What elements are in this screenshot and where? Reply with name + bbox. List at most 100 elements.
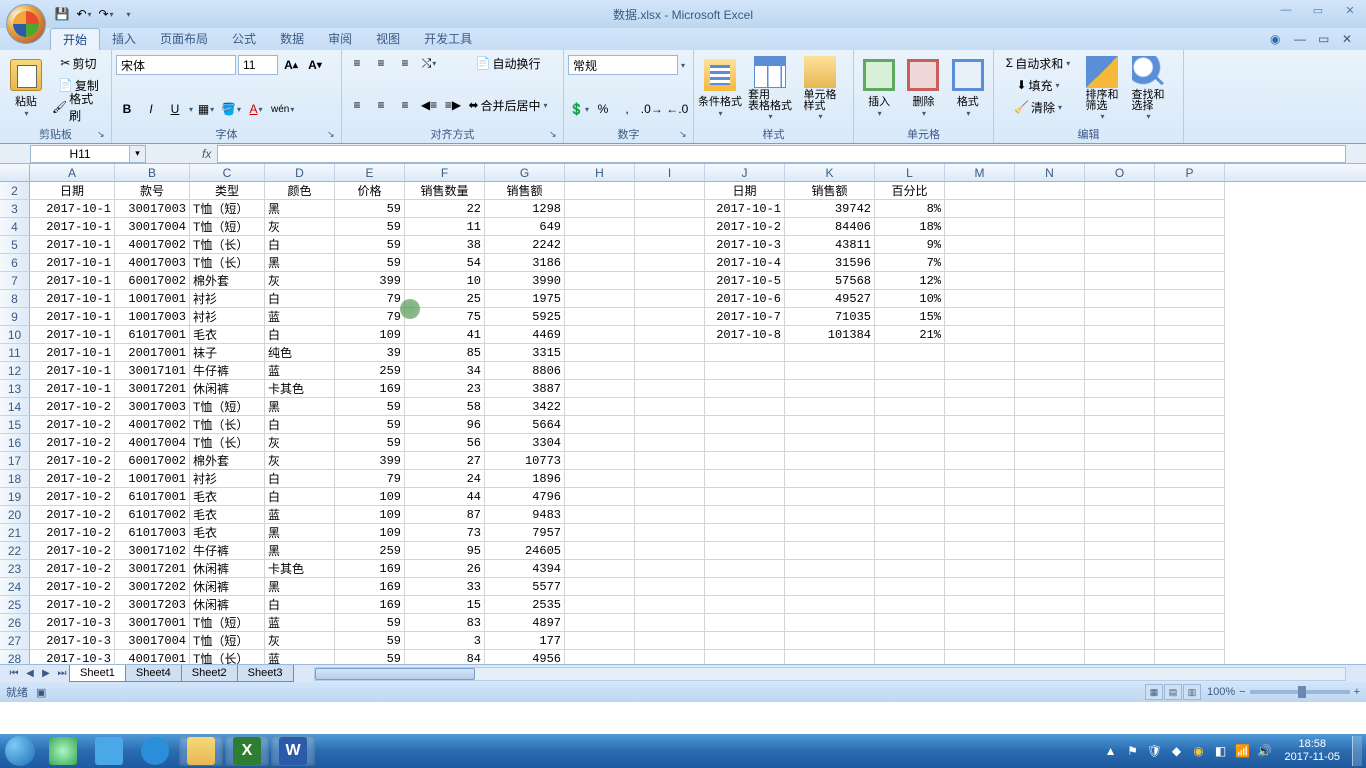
ribbon-tab-6[interactable]: 视图 [364, 28, 412, 50]
grow-font-button[interactable]: A▴ [280, 54, 302, 76]
cell-H20[interactable] [565, 506, 635, 524]
cell-B21[interactable]: 61017003 [115, 524, 190, 542]
cell-A3[interactable]: 2017-10-1 [30, 200, 115, 218]
cell-C3[interactable]: T恤（短） [190, 200, 265, 218]
cell-N13[interactable] [1015, 380, 1085, 398]
cell-B26[interactable]: 30017001 [115, 614, 190, 632]
cell-I24[interactable] [635, 578, 705, 596]
cell-G27[interactable]: 177 [485, 632, 565, 650]
row-header-10[interactable]: 10 [0, 326, 30, 344]
cell-I23[interactable] [635, 560, 705, 578]
close-button[interactable]: ✕ [1338, 2, 1362, 18]
cell-E20[interactable]: 109 [335, 506, 405, 524]
ribbon-tab-1[interactable]: 插入 [100, 28, 148, 50]
cell-E21[interactable]: 109 [335, 524, 405, 542]
cell-P17[interactable] [1155, 452, 1225, 470]
cell-H13[interactable] [565, 380, 635, 398]
cell-O25[interactable] [1085, 596, 1155, 614]
cell-P21[interactable] [1155, 524, 1225, 542]
save-icon[interactable]: 💾 [52, 4, 72, 24]
row-header-13[interactable]: 13 [0, 380, 30, 398]
qat-customize-icon[interactable]: ▾ [118, 4, 138, 24]
border-button[interactable]: ▦▾ [195, 98, 217, 120]
cell-E2[interactable]: 价格 [335, 182, 405, 200]
cell-I8[interactable] [635, 290, 705, 308]
cell-N9[interactable] [1015, 308, 1085, 326]
cell-K5[interactable]: 43811 [785, 236, 875, 254]
cell-J7[interactable]: 2017-10-5 [705, 272, 785, 290]
row-header-8[interactable]: 8 [0, 290, 30, 308]
taskbar-word[interactable]: W [271, 736, 315, 766]
cell-A13[interactable]: 2017-10-1 [30, 380, 115, 398]
cell-K8[interactable]: 49527 [785, 290, 875, 308]
cell-I5[interactable] [635, 236, 705, 254]
cell-E15[interactable]: 59 [335, 416, 405, 434]
maximize-button[interactable]: ▭ [1306, 2, 1330, 18]
cell-M24[interactable] [945, 578, 1015, 596]
cell-F6[interactable]: 54 [405, 254, 485, 272]
align-bottom-button[interactable]: ≡ [394, 52, 416, 74]
cell-K28[interactable] [785, 650, 875, 664]
row-header-20[interactable]: 20 [0, 506, 30, 524]
cell-B10[interactable]: 61017001 [115, 326, 190, 344]
row-header-16[interactable]: 16 [0, 434, 30, 452]
cell-O15[interactable] [1085, 416, 1155, 434]
cell-A24[interactable]: 2017-10-2 [30, 578, 115, 596]
cell-N25[interactable] [1015, 596, 1085, 614]
cell-B4[interactable]: 30017004 [115, 218, 190, 236]
cell-B24[interactable]: 30017202 [115, 578, 190, 596]
col-header-A[interactable]: A [30, 164, 115, 181]
row-header-19[interactable]: 19 [0, 488, 30, 506]
align-top-button[interactable]: ≡ [346, 52, 368, 74]
cell-L2[interactable]: 百分比 [875, 182, 945, 200]
tray-shield-icon[interactable]: 🛡 [1147, 743, 1163, 759]
tray-network-icon[interactable]: 📶 [1235, 743, 1251, 759]
cell-O7[interactable] [1085, 272, 1155, 290]
cell-C9[interactable]: 衬衫 [190, 308, 265, 326]
insert-button[interactable]: 插入▾ [858, 52, 900, 125]
cell-B20[interactable]: 61017002 [115, 506, 190, 524]
cell-J11[interactable] [705, 344, 785, 362]
phonetic-button[interactable]: wén▾ [269, 98, 296, 120]
cell-G17[interactable]: 10773 [485, 452, 565, 470]
cell-A8[interactable]: 2017-10-1 [30, 290, 115, 308]
sort-filter-button[interactable]: 排序和 筛选▾ [1080, 52, 1124, 125]
align-right-button[interactable]: ≡ [394, 94, 416, 116]
cell-E12[interactable]: 259 [335, 362, 405, 380]
cell-B14[interactable]: 30017003 [115, 398, 190, 416]
cell-K10[interactable]: 101384 [785, 326, 875, 344]
cell-O17[interactable] [1085, 452, 1155, 470]
cell-P28[interactable] [1155, 650, 1225, 664]
cell-D9[interactable]: 蓝 [265, 308, 335, 326]
align-left-button[interactable]: ≡ [346, 94, 368, 116]
cell-C10[interactable]: 毛衣 [190, 326, 265, 344]
cell-D17[interactable]: 灰 [265, 452, 335, 470]
cell-A22[interactable]: 2017-10-2 [30, 542, 115, 560]
cell-J5[interactable]: 2017-10-3 [705, 236, 785, 254]
cell-O5[interactable] [1085, 236, 1155, 254]
cell-C18[interactable]: 衬衫 [190, 470, 265, 488]
cell-H9[interactable] [565, 308, 635, 326]
cell-H16[interactable] [565, 434, 635, 452]
cell-G10[interactable]: 4469 [485, 326, 565, 344]
cell-B8[interactable]: 10017001 [115, 290, 190, 308]
col-header-B[interactable]: B [115, 164, 190, 181]
cell-C2[interactable]: 类型 [190, 182, 265, 200]
percent-button[interactable]: % [592, 98, 614, 120]
cell-E25[interactable]: 169 [335, 596, 405, 614]
cell-O21[interactable] [1085, 524, 1155, 542]
cell-K19[interactable] [785, 488, 875, 506]
cell-F27[interactable]: 3 [405, 632, 485, 650]
cell-G28[interactable]: 4956 [485, 650, 565, 664]
cell-B2[interactable]: 款号 [115, 182, 190, 200]
cell-G25[interactable]: 2535 [485, 596, 565, 614]
cell-P18[interactable] [1155, 470, 1225, 488]
cell-C14[interactable]: T恤（短） [190, 398, 265, 416]
cell-H22[interactable] [565, 542, 635, 560]
cell-N18[interactable] [1015, 470, 1085, 488]
cell-O10[interactable] [1085, 326, 1155, 344]
cell-J27[interactable] [705, 632, 785, 650]
row-header-3[interactable]: 3 [0, 200, 30, 218]
bold-button[interactable]: B [116, 98, 138, 120]
cell-J18[interactable] [705, 470, 785, 488]
